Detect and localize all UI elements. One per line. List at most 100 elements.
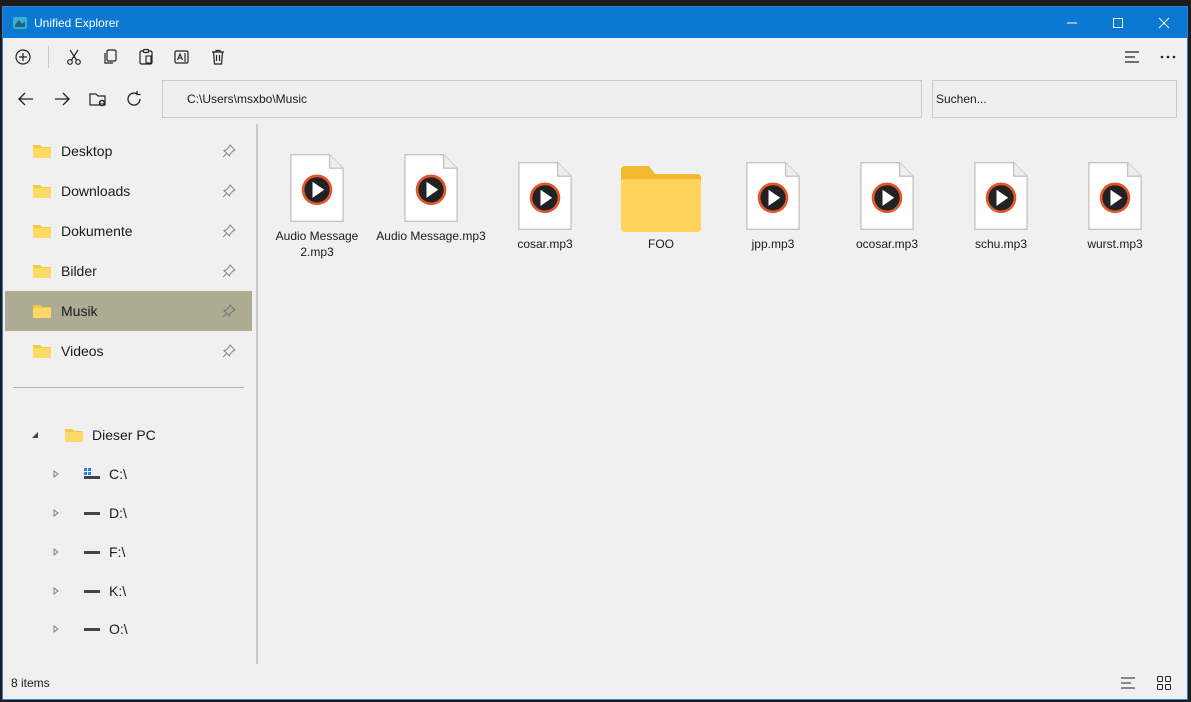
- more-button[interactable]: [1155, 44, 1181, 70]
- audio-file-icon: [1088, 162, 1142, 230]
- sidebar-item-videos[interactable]: Videos: [5, 331, 252, 371]
- caret-collapsed-icon[interactable]: [52, 548, 60, 556]
- file-name: cosar.mp3: [517, 237, 573, 251]
- paste-button[interactable]: [133, 44, 159, 70]
- details-view-button[interactable]: [1117, 672, 1139, 694]
- folder-up-icon: [89, 93, 106, 107]
- app-icon: [13, 16, 27, 29]
- folder-icon: [621, 166, 701, 232]
- sidebar-item-label: Dokumente: [61, 223, 133, 239]
- tiles-view-button[interactable]: [1153, 672, 1175, 694]
- audio-file-icon: [290, 154, 344, 222]
- audio-file-icon: [860, 162, 914, 230]
- drive-icon: [84, 628, 100, 631]
- sidebar-item-musik[interactable]: Musik: [5, 291, 252, 331]
- back-button[interactable]: [13, 86, 39, 112]
- sidebar-item-label: Desktop: [61, 143, 113, 159]
- tree-item-drive-f[interactable]: F:\: [52, 539, 125, 565]
- paste-icon: [139, 48, 153, 65]
- window-title: Unified Explorer: [34, 15, 120, 30]
- copy-button[interactable]: [97, 44, 123, 70]
- pin-icon[interactable]: [222, 344, 236, 358]
- title-bar[interactable]: Unified Explorer: [3, 7, 1187, 38]
- address-bar[interactable]: C:\Users\msxbo\Music: [162, 80, 922, 118]
- up-folder-button[interactable]: [85, 86, 111, 112]
- tree-item-label: D:\: [109, 505, 127, 521]
- cut-button[interactable]: [61, 44, 87, 70]
- tree-item-drive-k[interactable]: K:\: [52, 578, 126, 604]
- audio-file-icon: [404, 154, 458, 222]
- caret-collapsed-icon[interactable]: [52, 509, 60, 517]
- cut-icon: [67, 49, 81, 65]
- list-view-icon: [1121, 676, 1135, 689]
- folder-icon: [33, 345, 51, 358]
- view-menu-icon: [1125, 50, 1139, 63]
- sidebar-item-downloads[interactable]: Downloads: [5, 171, 252, 211]
- caret-collapsed-icon[interactable]: [52, 587, 60, 595]
- item-count: 8 items: [11, 675, 50, 690]
- tree-item-drive-c[interactable]: C:\: [52, 461, 127, 487]
- folder-icon: [65, 429, 83, 442]
- pin-icon[interactable]: [222, 264, 236, 278]
- file-item[interactable]: Audio Message.mp3: [376, 136, 486, 244]
- status-bar: 8 items: [3, 664, 1187, 699]
- explorer-window: Unified Explorer C:\Users\msxbo\Music Su…: [2, 6, 1188, 700]
- rename-icon: [174, 49, 189, 64]
- maximize-icon: [1113, 17, 1123, 28]
- windows-drive-icon: [84, 468, 100, 479]
- more-icon: [1160, 55, 1176, 58]
- folder-icon: [33, 145, 51, 158]
- pane-splitter[interactable]: [256, 124, 258, 664]
- file-item[interactable]: wurst.mp3: [1060, 144, 1170, 252]
- sidebar-item-label: Videos: [61, 343, 104, 359]
- tree-item-drive-d[interactable]: D:\: [52, 500, 127, 526]
- file-name: ocosar.mp3: [855, 237, 919, 251]
- tree-item-drive-o[interactable]: O:\: [52, 616, 128, 642]
- minimize-button[interactable]: [1049, 7, 1095, 38]
- file-name: schu.mp3: [974, 237, 1028, 251]
- file-name: wurst.mp3: [1087, 237, 1143, 251]
- caret-collapsed-icon[interactable]: [52, 470, 60, 478]
- close-icon: [1158, 17, 1170, 28]
- file-item[interactable]: jpp.mp3: [718, 144, 828, 252]
- sidebar-item-bilder[interactable]: Bilder: [5, 251, 252, 291]
- tree-item-dieser-pc[interactable]: Dieser PC: [31, 422, 156, 448]
- close-button[interactable]: [1141, 7, 1187, 38]
- new-button[interactable]: [10, 44, 36, 70]
- audio-file-icon: [974, 162, 1028, 230]
- pin-icon[interactable]: [222, 144, 236, 158]
- pin-icon[interactable]: [222, 304, 236, 318]
- drive-icon: [84, 512, 100, 515]
- pin-icon[interactable]: [222, 184, 236, 198]
- pin-icon[interactable]: [222, 224, 236, 238]
- minimize-icon: [1067, 22, 1077, 23]
- delete-button[interactable]: [205, 44, 231, 70]
- file-item[interactable]: Audio Message 2.mp3: [262, 136, 372, 260]
- file-item[interactable]: cosar.mp3: [490, 144, 600, 252]
- sidebar-divider: [13, 387, 244, 388]
- delete-icon: [212, 49, 224, 65]
- forward-button[interactable]: [49, 86, 75, 112]
- folder-item[interactable]: FOO: [606, 144, 716, 252]
- toolbar-separator: [48, 45, 49, 68]
- sidebar-item-dokumente[interactable]: Dokumente: [5, 211, 252, 251]
- sidebar-item-desktop[interactable]: Desktop: [5, 131, 252, 171]
- search-input[interactable]: Suchen...: [932, 80, 1177, 118]
- file-name: jpp.mp3: [751, 237, 795, 251]
- caret-expanded-icon[interactable]: [31, 431, 39, 439]
- rename-button[interactable]: [169, 44, 195, 70]
- file-name: FOO: [648, 237, 674, 251]
- file-item[interactable]: schu.mp3: [946, 144, 1056, 252]
- file-item[interactable]: ocosar.mp3: [832, 144, 942, 252]
- refresh-button[interactable]: [121, 86, 147, 112]
- folder-icon: [33, 225, 51, 238]
- tree-item-label: K:\: [109, 583, 127, 599]
- tree-item-label: F:\: [109, 544, 126, 560]
- maximize-button[interactable]: [1095, 7, 1141, 38]
- sidebar-item-label: Downloads: [61, 183, 131, 199]
- sidebar-item-label: Bilder: [61, 263, 97, 279]
- tree-item-label: O:\: [109, 621, 128, 637]
- view-menu-button[interactable]: [1119, 44, 1145, 70]
- caret-collapsed-icon[interactable]: [52, 625, 60, 633]
- sidebar-item-label: Musik: [61, 303, 98, 319]
